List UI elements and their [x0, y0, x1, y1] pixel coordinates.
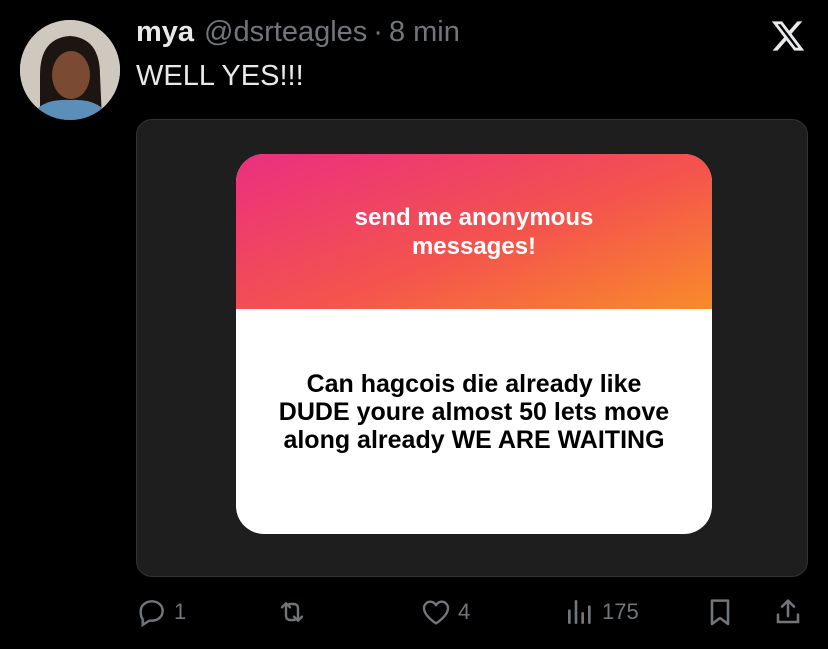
share-button[interactable] — [772, 596, 804, 628]
like-button[interactable]: 4 — [420, 596, 470, 628]
anonymous-message-card: send me anonymous messages! Can hagcois … — [236, 154, 712, 534]
card-prompt: send me anonymous messages! — [354, 203, 594, 260]
bookmark-button[interactable] — [704, 596, 736, 628]
tweet-header: mya @dsrteagles · 8 min — [136, 16, 460, 56]
reply-count: 1 — [174, 599, 187, 624]
separator-dot: · — [373, 16, 383, 48]
retweet-icon — [274, 596, 310, 628]
card-message-body: Can hagcois die already like DUDE youre … — [236, 309, 712, 534]
card-message: Can hagcois die already like DUDE youre … — [278, 369, 670, 454]
like-count: 4 — [458, 599, 471, 624]
views-count: 175 — [602, 599, 639, 624]
x-logo-icon[interactable] — [770, 18, 806, 54]
author-handle[interactable]: @dsrteagles — [204, 16, 367, 49]
tweet-media[interactable]: send me anonymous messages! Can hagcois … — [136, 119, 808, 577]
avatar[interactable] — [20, 20, 120, 120]
tweet-text: WELL YES!!! — [136, 60, 304, 92]
card-prompt-header: send me anonymous messages! — [236, 154, 712, 309]
views-icon — [564, 596, 596, 628]
views-button[interactable]: 175 — [564, 596, 639, 628]
action-bar: 1 4 175 — [0, 592, 828, 632]
reply-button[interactable]: 1 — [136, 596, 186, 628]
author-name[interactable]: mya — [136, 16, 194, 49]
heart-icon — [420, 596, 452, 628]
tweet-time[interactable]: 8 min — [389, 16, 460, 49]
bookmark-icon — [704, 596, 736, 628]
retweet-button[interactable] — [274, 596, 310, 628]
share-icon — [772, 596, 804, 628]
reply-icon — [136, 596, 168, 628]
